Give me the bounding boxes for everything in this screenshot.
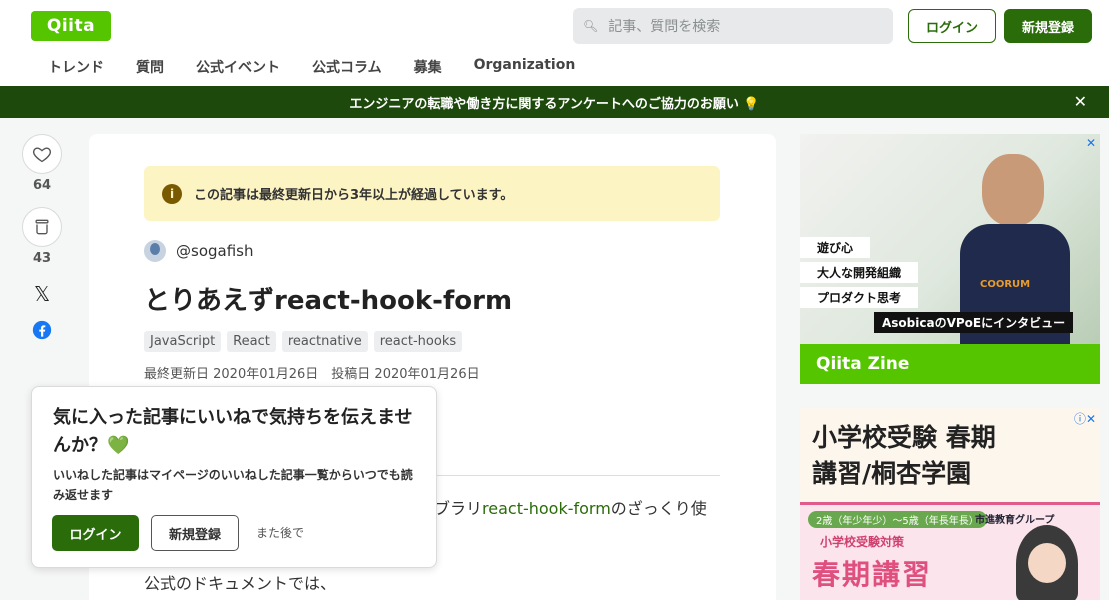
tag-react-hooks[interactable]: react-hooks <box>373 331 463 352</box>
article-actions: 64 43 𝕏 <box>22 134 66 340</box>
popup-later-link[interactable]: また後で <box>256 524 304 541</box>
ad-chip: 大人な開発組織 <box>800 262 919 283</box>
survey-banner[interactable]: エンジニアの転職や働き方に関するアンケートへのご協力のお願い 💡 ✕ <box>0 86 1109 118</box>
ad-subtitle: 小学校受験対策 <box>820 535 905 549</box>
child-face <box>1028 543 1066 583</box>
author[interactable]: @sogafish <box>144 240 253 262</box>
stock-button[interactable] <box>22 207 62 247</box>
outdated-warning: i この記事は最終更新日から3年以上が経過しています。 <box>144 166 720 221</box>
like-prompt-popup: 気に入った記事にいいねで気持ちを伝えませんか？💚 いいねした記事はマイページのい… <box>31 386 437 568</box>
body-text: ブラリ <box>434 499 483 518</box>
popup-title: 気に入った記事にいいねで気持ちを伝えませんか？💚 <box>53 407 413 456</box>
nav-item-organization[interactable]: Organization <box>458 57 592 77</box>
article-body-line1: ブラリreact-hook-formのざっくり使 <box>434 495 707 519</box>
ad-visual: 2歳（年少年少）～5歳（年長年長） 市進教育グループ 小学校受験対策 春期講習 <box>800 502 1100 600</box>
info-icon: i <box>162 183 182 204</box>
qiita-logo[interactable]: Qiita <box>31 11 111 41</box>
ad-toanko[interactable]: ⓘ✕ 小学校受験 春期 講習/桐杏学園 2歳（年少年少）～5歳（年長年長） 市進… <box>800 408 1100 600</box>
age-pill: 2歳（年少年少）～5歳（年長年長） <box>808 511 987 528</box>
ad-photo: COORUM 遊び心 大人な開発組織 プロダクト思考 AsobicaのVPoEに… <box>800 134 1100 344</box>
like-button[interactable] <box>22 134 62 174</box>
main-nav: トレンド 質問 公式イベント 公式コラム 募集 Organization <box>32 57 591 77</box>
nav-item-columns[interactable]: 公式コラム <box>296 57 398 77</box>
popup-subtitle: いいねした記事はマイページのいいねした記事一覧からいつでも読み返せます <box>53 468 413 502</box>
nav-item-events[interactable]: 公式イベント <box>180 57 296 77</box>
warning-text: この記事は最終更新日から3年以上が経過しています。 <box>194 188 514 203</box>
ad-close-icon[interactable]: ✕ <box>1086 136 1096 150</box>
signup-button[interactable]: 新規登録 <box>1004 9 1092 43</box>
article-title: とりあえずreact-hook-form <box>144 286 513 316</box>
site-header: Qiita 🔍︎ 記事、質問を検索 ログイン 新規登録 トレンド 質問 公式イベ… <box>0 0 1109 86</box>
stock-icon <box>35 219 49 235</box>
tag-react[interactable]: React <box>227 331 276 352</box>
avatar <box>144 240 166 262</box>
react-hook-form-link[interactable]: react-hook-form <box>482 499 611 518</box>
ad-headline-line1: 小学校受験 春期 <box>812 423 996 452</box>
body-text: のざっくり使 <box>610 499 707 518</box>
ad-caption: AsobicaのVPoEにインタビュー <box>874 312 1074 333</box>
search-placeholder: 記事、質問を検索 <box>608 19 721 35</box>
ad-chip: 遊び心 <box>800 237 871 258</box>
ad-brand: 市進教育グループ <box>975 515 1055 526</box>
article-body-line2: 公式のドキュメントでは、 <box>144 574 337 593</box>
facebook-share-icon[interactable] <box>22 320 62 340</box>
nav-item-trend[interactable]: トレンド <box>32 57 120 77</box>
close-icon[interactable]: ✕ <box>1074 92 1087 111</box>
popup-login-button[interactable]: ログイン <box>52 515 139 551</box>
like-count: 64 <box>32 178 52 193</box>
tag-reactnative[interactable]: reactnative <box>281 331 368 352</box>
login-button[interactable]: ログイン <box>908 9 996 43</box>
heart-icon <box>33 147 51 163</box>
article-dates: 最終更新日 2020年01月26日 投稿日 2020年01月26日 <box>144 367 480 382</box>
ad-qiita-zine[interactable]: COORUM 遊び心 大人な開発組織 プロダクト思考 AsobicaのVPoEに… <box>800 134 1100 384</box>
shirt-logo: COORUM <box>980 279 1031 290</box>
nav-item-questions[interactable]: 質問 <box>120 57 180 77</box>
popup-signup-button[interactable]: 新規登録 <box>151 515 239 551</box>
author-name[interactable]: @sogafish <box>176 242 253 260</box>
ad-headline: 小学校受験 春期 講習/桐杏学園 <box>812 420 996 492</box>
ad-big-text: 春期講習 <box>812 558 933 591</box>
stock-count: 43 <box>32 251 52 266</box>
nav-item-recruit[interactable]: 募集 <box>398 57 458 77</box>
tag-list: JavaScript React reactnative react-hooks <box>144 331 463 352</box>
ad-footer: Qiita Zine <box>800 344 1100 384</box>
ad-chip: プロダクト思考 <box>800 287 919 308</box>
search-input[interactable]: 🔍︎ 記事、質問を検索 <box>573 8 893 44</box>
tag-javascript[interactable]: JavaScript <box>144 331 222 352</box>
banner-text: エンジニアの転職や働き方に関するアンケートへのご協力のお願い 💡 <box>349 96 760 112</box>
ad-info-icon[interactable]: ⓘ✕ <box>1074 410 1096 427</box>
ad-headline-line2: 講習/桐杏学園 <box>812 459 972 488</box>
x-share-icon[interactable]: 𝕏 <box>22 282 62 306</box>
search-icon: 🔍︎ <box>583 19 599 33</box>
